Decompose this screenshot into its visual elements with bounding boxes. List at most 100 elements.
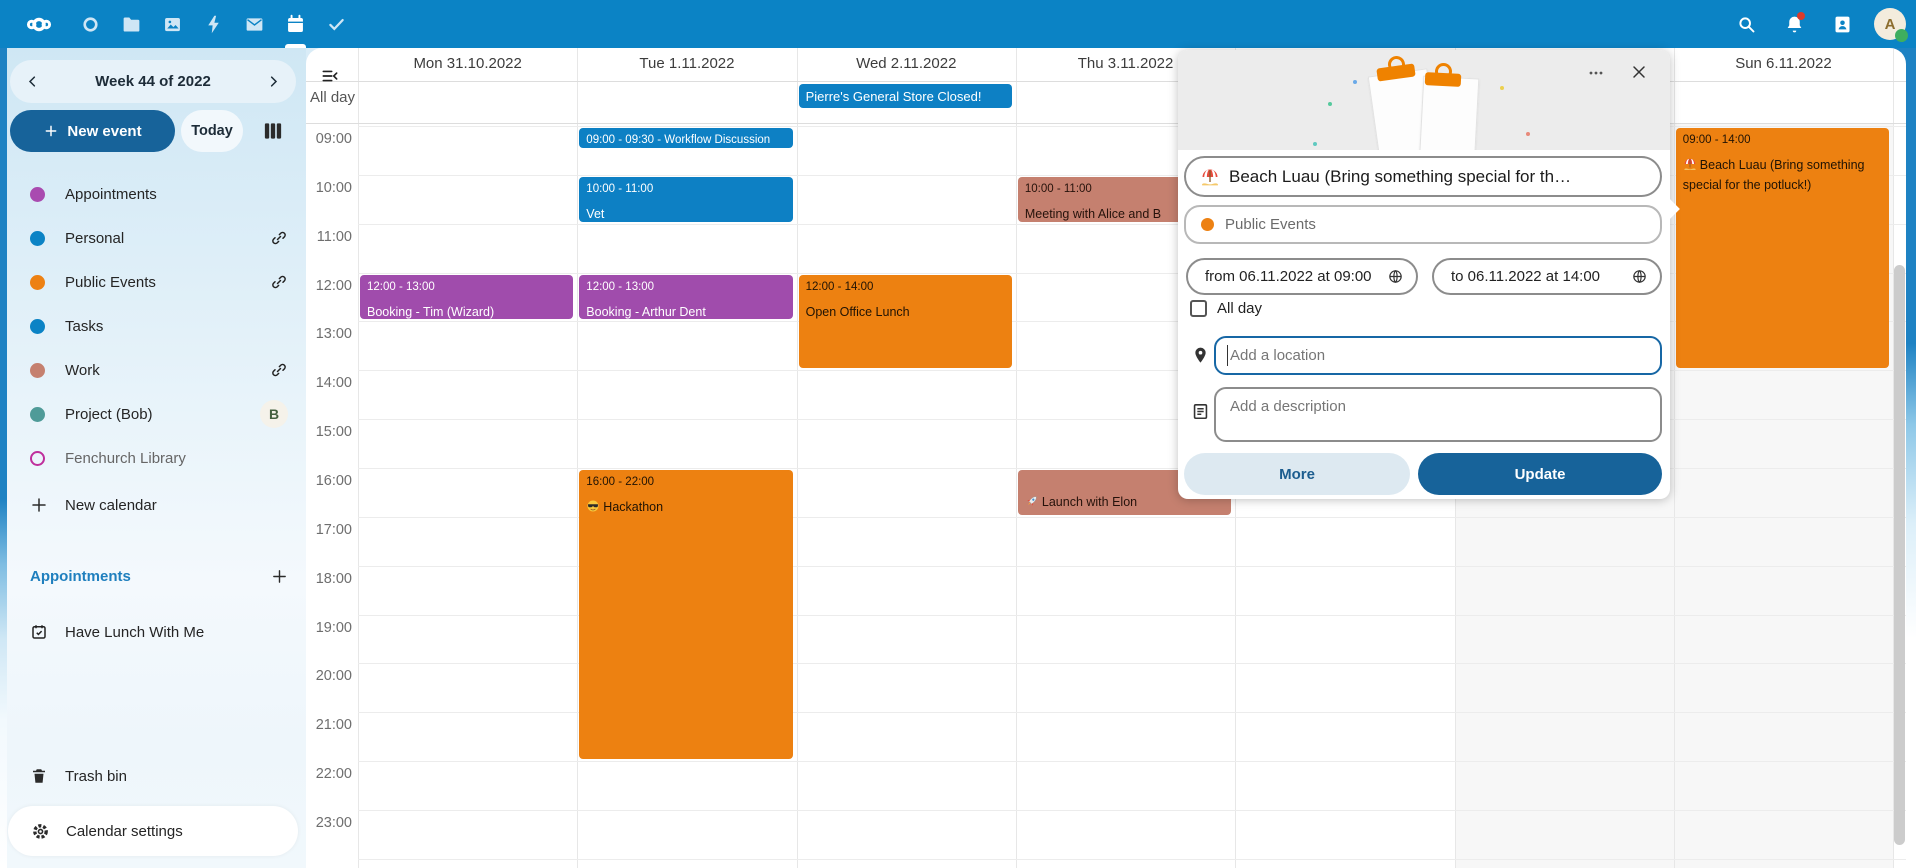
grid-column-line [1674,48,1675,868]
time-axis-label: 15:00 [306,424,352,440]
location-input[interactable] [1214,336,1662,375]
calendar-name: Project (Bob) [65,406,260,423]
sharee-avatar: B [260,400,288,428]
gear-icon [31,822,50,841]
event-time: 09:00 - 14:00 [1683,133,1882,147]
end-datetime-label: to 06.11.2022 at 14:00 [1451,268,1600,285]
new-event-button[interactable]: New event [10,110,175,152]
calendar-color-dot [30,187,45,202]
calendar-event[interactable]: 09:00 - 09:30 - Workflow Discussion [579,128,792,148]
event-time: 16:00 - 22:00 [586,475,785,489]
grid-hour-line [358,419,1906,420]
close-icon[interactable] [1624,58,1654,88]
event-editor-popup: Beach Luau (Bring something special for … [1178,50,1670,499]
today-button[interactable]: Today [181,110,243,152]
vertical-scrollbar[interactable] [1894,265,1905,845]
update-button[interactable]: Update [1418,453,1662,495]
photos-icon[interactable] [152,0,193,48]
plus-icon [30,496,48,514]
avatar-initial: A [1885,16,1896,33]
description-input[interactable] [1214,387,1662,442]
app-navigation [8,0,357,48]
sidebar-calendar-item[interactable]: Tasks [7,304,306,348]
more-actions-icon[interactable] [1582,60,1610,88]
calendar-settings-button[interactable]: Calendar settings [8,806,298,856]
search-icon[interactable] [1722,0,1770,48]
tasks-icon[interactable] [316,0,357,48]
grid-column-line [577,48,578,868]
time-axis-label: 13:00 [306,326,352,342]
activity-icon[interactable] [193,0,234,48]
collapse-sidebar-icon[interactable] [320,66,340,82]
circles-icon[interactable] [70,0,111,48]
grid-hour-line [358,273,1906,274]
next-week-button[interactable] [264,72,284,92]
calendar-color-dot [30,407,45,422]
time-axis-label: 21:00 [306,717,352,733]
day-header[interactable]: Tue 1.11.2022 [577,55,796,77]
nextcloud-logo[interactable] [8,0,70,48]
checkbox-box [1190,300,1207,317]
calendar-name: Public Events [65,274,270,291]
all-day-checkbox[interactable]: All day [1190,300,1262,317]
start-datetime-input[interactable]: from 06.11.2022 at 09:00 [1186,258,1418,295]
active-app-indicator [285,44,306,48]
sidebar-calendar-item[interactable]: Project (Bob)B [7,392,306,436]
share-link-icon[interactable] [270,361,288,379]
sidebar-calendar-item[interactable]: Appointments [7,172,306,216]
calendar-event[interactable]: 12:00 - 14:00Open Office Lunch [799,275,1012,369]
event-time: 12:00 - 13:00 [586,280,785,294]
grid-column-line [1016,48,1017,868]
calendar-select[interactable]: Public Events [1184,205,1662,244]
calendar-color-dot [30,363,45,378]
sunglasses-emoji-icon [586,499,600,513]
day-header[interactable]: Wed 2.11.2022 [797,55,1016,77]
week-navigation: Week 44 of 2022 [10,60,296,103]
nextcloud-calendar-app: Mon 31.10.2022Tue 1.11.2022Wed 2.11.2022… [0,0,1916,868]
sidebar-calendar-item[interactable]: Fenchurch Library [7,436,306,480]
day-header[interactable]: Sun 6.11.2022 [1674,55,1893,77]
more-button[interactable]: More [1184,453,1410,495]
sidebar-calendar-item[interactable]: Public Events [7,260,306,304]
calendar-event[interactable]: 12:00 - 13:00Booking - Arthur Dent [579,275,792,320]
topbar-right: A [1722,0,1906,48]
calendar-name: Work [65,362,270,379]
calendar-event[interactable]: 12:00 - 13:00Booking - Tim (Wizard) [360,275,573,320]
view-columns-icon[interactable] [260,118,286,144]
event-title-input[interactable]: Beach Luau (Bring something special for … [1184,156,1662,197]
event-time: 10:00 - 11:00 [586,182,785,196]
contacts-icon[interactable] [1818,0,1866,48]
previous-week-button[interactable] [22,72,42,92]
event-title: Pierre's General Store Closed! [806,87,1005,107]
sidebar-calendar-item[interactable]: Personal [7,216,306,260]
calendar-event[interactable]: 10:00 - 11:00Vet [579,177,792,222]
event-title: Launch with Elon [1025,493,1137,512]
share-link-icon[interactable] [270,273,288,291]
calendar-event[interactable]: 09:00 - 14:00Beach Luau (Bring something… [1676,128,1889,368]
trash-bin-button[interactable]: Trash bin [7,754,306,798]
rocket-emoji-icon [1025,494,1039,508]
notifications-icon[interactable] [1770,0,1818,48]
appointment-item[interactable]: Have Lunch With Me [7,610,306,654]
sidebar-calendar-item[interactable]: Work [7,348,306,392]
time-axis-label: 14:00 [306,375,352,391]
allday-event[interactable]: Pierre's General Store Closed! [799,84,1012,108]
grid-hour-line [358,468,1906,469]
add-appointment-button[interactable] [271,568,288,585]
calendar-icon[interactable] [275,0,316,48]
day-header[interactable]: Mon 31.10.2022 [358,55,577,77]
share-link-icon[interactable] [270,229,288,247]
topbar: A [0,0,1916,48]
files-icon[interactable] [111,0,152,48]
new-calendar-button[interactable]: New calendar [7,483,306,527]
beach-umbrella-emoji-icon [1200,167,1220,187]
end-datetime-input[interactable]: to 06.11.2022 at 14:00 [1432,258,1662,295]
avatar[interactable]: A [1874,8,1906,40]
appointments-heading: Appointments [30,568,271,585]
mail-icon[interactable] [234,0,275,48]
calendar-event[interactable]: 16:00 - 22:00Hackathon [579,470,792,759]
calendar-color-dot [1201,218,1214,231]
grid-hour-line [358,321,1906,322]
appointments-section: Appointments [7,562,306,590]
description-icon [1191,402,1210,421]
